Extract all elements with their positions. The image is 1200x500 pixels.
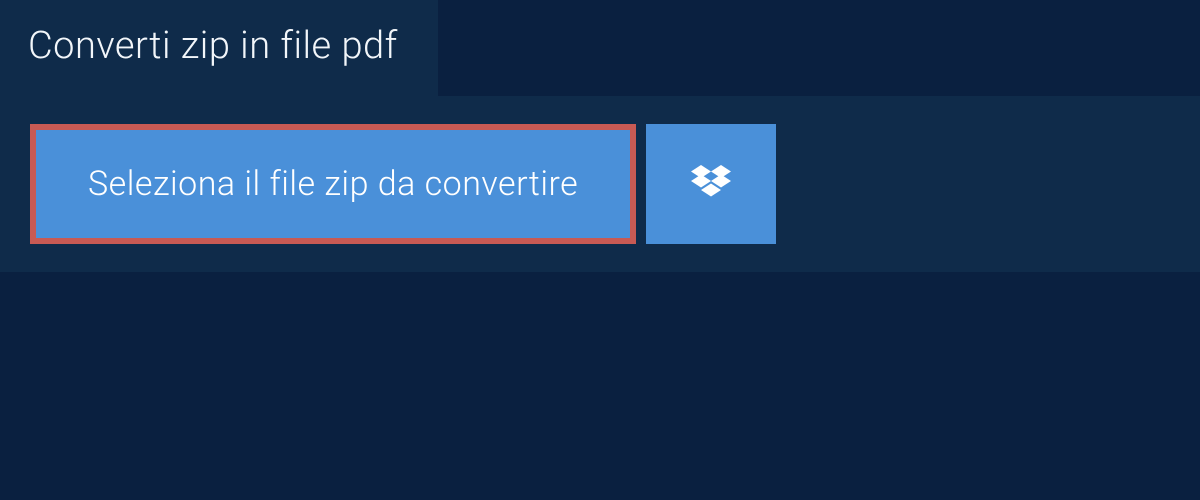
dropbox-button[interactable] — [646, 124, 776, 244]
dropbox-icon — [691, 165, 731, 203]
page-title: Converti zip in file pdf — [0, 0, 438, 96]
action-panel: Seleziona il file zip da convertire — [0, 96, 1200, 272]
select-file-label: Seleziona il file zip da convertire — [88, 164, 578, 204]
select-file-button[interactable]: Seleziona il file zip da convertire — [30, 124, 636, 244]
